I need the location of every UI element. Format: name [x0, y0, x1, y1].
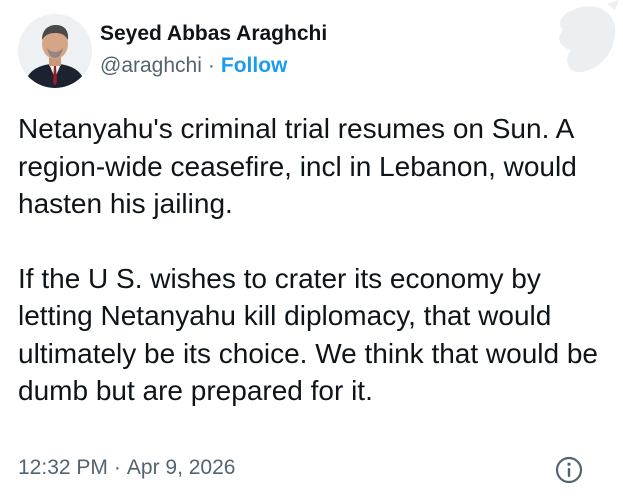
info-icon[interactable] — [554, 455, 584, 485]
author-handle-row: @araghchi · Follow — [100, 54, 287, 78]
tweet-text: Netanyahu's criminal trial resumes on Su… — [18, 110, 608, 410]
avatar[interactable] — [18, 14, 92, 88]
timestamp-separator: · — [113, 456, 121, 479]
tweet-timestamp[interactable]: 12:32 PM · Apr 9, 2026 — [18, 456, 235, 480]
tweet-paragraph-1: Netanyahu's criminal trial resumes on Su… — [18, 113, 577, 219]
author-name[interactable]: Seyed Abbas Araghchi — [100, 22, 327, 46]
tweet-date: Apr 9, 2026 — [126, 456, 236, 479]
follow-button[interactable]: Follow — [221, 54, 288, 78]
avatar-image — [18, 14, 92, 88]
author-handle[interactable]: @araghchi — [100, 54, 202, 78]
tweet-card: Seyed Abbas Araghchi @araghchi · Follow … — [0, 0, 623, 496]
tweet-time: 12:32 PM — [18, 456, 108, 479]
handle-separator: · — [207, 54, 215, 77]
bird-watermark-icon — [559, 0, 619, 73]
tweet-paragraph-2: If the U S. wishes to crater its economy… — [18, 262, 599, 407]
